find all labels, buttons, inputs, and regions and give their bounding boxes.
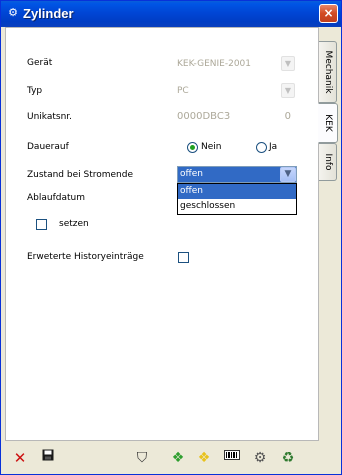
geraet-label: Gerät bbox=[27, 58, 53, 68]
program-alt-icon[interactable]: ❖ bbox=[195, 449, 213, 467]
cart-icon[interactable]: ⛉ bbox=[133, 449, 151, 467]
dauerauf-label: Dauerauf bbox=[27, 142, 69, 152]
geraet-select[interactable]: KEK-GENIE-2001 bbox=[175, 55, 273, 73]
tab-mechanik-label: Mechanik bbox=[322, 50, 333, 94]
dauerauf-ja-radio[interactable] bbox=[256, 142, 267, 153]
tab-kek-label: KEK bbox=[323, 114, 333, 132]
history-checkbox[interactable] bbox=[178, 252, 189, 263]
dauerauf-ja-label: Ja bbox=[269, 142, 278, 152]
zustand-select[interactable]: offen ▼ bbox=[177, 166, 297, 183]
tab-info-label: Info bbox=[322, 153, 333, 171]
dropdown-option[interactable]: geschlossen bbox=[178, 199, 296, 214]
zustand-value: offen bbox=[180, 169, 203, 179]
geraet-dropdown-icon[interactable]: ▼ bbox=[281, 56, 295, 71]
ablauf-setzen-label: setzen bbox=[59, 219, 89, 229]
window-title: Zylinder bbox=[23, 6, 74, 21]
typ-select[interactable]: PC bbox=[175, 82, 273, 100]
delete-icon[interactable]: ✕ bbox=[11, 449, 29, 467]
ablauf-label: Ablaufdatum bbox=[27, 193, 85, 203]
close-button[interactable]: × bbox=[319, 4, 338, 23]
tab-mechanik[interactable]: Mechanik bbox=[319, 41, 337, 103]
key-gear-icon[interactable]: ⚙ bbox=[251, 449, 269, 467]
dauerauf-nein-radio[interactable] bbox=[187, 142, 198, 153]
trash-icon[interactable]: ♻ bbox=[279, 449, 297, 467]
zustand-label: Zustand bei Stromende bbox=[27, 170, 134, 180]
window: ⚙ Zylinder × Mechanik KEK Info Gerät KEK… bbox=[0, 0, 342, 475]
typ-dropdown-icon[interactable]: ▼ bbox=[281, 83, 295, 98]
unikat-extra-field[interactable]: 0 bbox=[257, 108, 295, 126]
typ-label: Typ bbox=[27, 86, 43, 96]
zustand-dropdown-list: offen geschlossen bbox=[177, 183, 297, 215]
bottom-toolbar: ✕ ⛉ ❖ ❖ ⚙ ♻ bbox=[5, 444, 319, 472]
save-icon[interactable] bbox=[39, 449, 57, 467]
chevron-down-icon[interactable]: ▼ bbox=[280, 167, 296, 182]
tab-info[interactable]: Info bbox=[319, 143, 337, 181]
program-icon[interactable]: ❖ bbox=[169, 449, 187, 467]
title-bar: ⚙ Zylinder × bbox=[1, 1, 341, 27]
unikat-label: Unikatsnr. bbox=[27, 112, 73, 122]
ablauf-setzen-checkbox[interactable] bbox=[36, 219, 47, 230]
dropdown-option[interactable]: offen bbox=[178, 184, 296, 199]
barcode-icon[interactable] bbox=[223, 449, 241, 467]
history-label: Erweterte Historyeinträge bbox=[27, 252, 144, 262]
wrench-gear-icon: ⚙ bbox=[8, 6, 18, 19]
tab-kek[interactable]: KEK bbox=[318, 103, 338, 143]
unikat-field[interactable]: 0000DBC3 bbox=[175, 108, 255, 126]
dauerauf-nein-label: Nein bbox=[201, 142, 222, 152]
